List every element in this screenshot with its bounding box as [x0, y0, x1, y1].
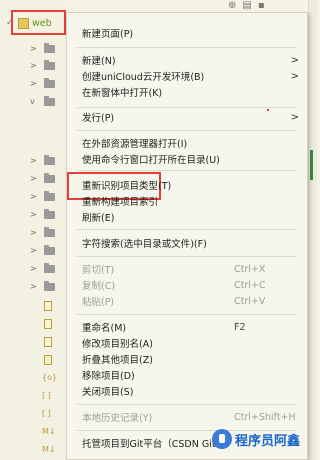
- project-label: web: [32, 17, 52, 29]
- json-file-icon: [ ]: [42, 409, 51, 418]
- filter-icon[interactable]: ▤: [242, 0, 251, 11]
- tree-file[interactable]: [30, 318, 60, 329]
- chevron-right-icon[interactable]: >: [30, 174, 44, 183]
- menu-separator: [77, 229, 297, 230]
- chevron-right-icon[interactable]: >: [30, 228, 44, 237]
- chevron-right-icon[interactable]: >: [30, 246, 44, 255]
- folder-icon: [44, 208, 55, 219]
- file-icon: [44, 354, 52, 365]
- folder-icon: [44, 262, 55, 273]
- folder-icon: [44, 244, 55, 255]
- menu-separator: [77, 404, 297, 405]
- menu-separator: [77, 130, 297, 131]
- folder-icon: [44, 42, 55, 53]
- menu-item-copy[interactable]: 复制(C) Ctrl+C: [67, 277, 307, 293]
- menu-item-collapse-others[interactable]: 折叠其他项目(Z): [67, 351, 307, 367]
- menu-item-refresh[interactable]: 刷新(E): [67, 209, 307, 225]
- tree-folder[interactable]: >: [30, 280, 60, 292]
- toolbar-icons: ⊕ ▤ ▪: [228, 0, 265, 11]
- project-sidebar: ✓ web > > > v > > > > > > > > {o} [ ] [ …: [0, 0, 66, 460]
- chevron-down-icon[interactable]: v: [30, 97, 44, 106]
- file-icon: [44, 318, 52, 329]
- menu-item-local-history[interactable]: 本地历史记录(Y) Ctrl+Shift+H: [67, 409, 307, 425]
- tree-file[interactable]: {o}: [30, 372, 60, 383]
- folder-icon: [44, 77, 55, 88]
- folder-icon: [44, 59, 55, 70]
- context-menu: 新建页面(P) 新建(N) > 创建uniCloud云开发环境(B) > 在新窗体中…: [66, 12, 308, 460]
- watermark-logo-icon: [212, 429, 232, 449]
- tree-project-web[interactable]: ✓ web: [6, 16, 52, 30]
- chevron-right-icon[interactable]: >: [30, 282, 44, 291]
- chevron-right-icon[interactable]: >: [30, 61, 44, 70]
- add-circle-icon[interactable]: ⊕: [228, 0, 236, 11]
- scroll-marker: [310, 150, 313, 180]
- menu-separator: [77, 256, 297, 257]
- menu-item-close-project[interactable]: 关闭项目(S): [67, 383, 307, 399]
- tree-folder[interactable]: >: [30, 172, 60, 184]
- tree-folder[interactable]: >: [30, 226, 60, 238]
- tree-file[interactable]: [ ]: [30, 390, 60, 401]
- chevron-right-icon: >: [290, 54, 299, 66]
- chevron-down-icon[interactable]: ✓: [6, 18, 18, 28]
- editor-edge: [308, 0, 317, 460]
- tree-folder[interactable]: >: [30, 59, 60, 71]
- chevron-right-icon[interactable]: >: [30, 44, 44, 53]
- tree-folder[interactable]: >: [30, 154, 60, 166]
- menu-item-cut[interactable]: 剪切(T) Ctrl+X: [67, 261, 307, 277]
- menu-item-open-new-window[interactable]: 在新窗体中打开(K): [67, 84, 307, 100]
- menu-separator: [77, 107, 297, 108]
- json-file-icon: [ ]: [42, 391, 51, 400]
- scroll-icon[interactable]: ▪: [258, 0, 265, 11]
- tree-file[interactable]: [ ]: [30, 408, 60, 419]
- menu-item-open-terminal[interactable]: 使用命令行窗口打开所在目录(U): [67, 151, 307, 167]
- tree-folder[interactable]: >: [30, 42, 60, 54]
- chevron-right-icon[interactable]: >: [30, 264, 44, 273]
- menu-item-remove-project[interactable]: 移除项目(D): [67, 367, 307, 383]
- tree-folder[interactable]: >: [30, 190, 60, 202]
- menu-item-open-explorer[interactable]: 在外部资源管理器打开(I): [67, 135, 307, 151]
- folder-icon: [44, 154, 55, 165]
- file-icon: [44, 336, 52, 347]
- menu-item-publish[interactable]: 发行(P) >: [67, 109, 307, 125]
- chevron-right-icon[interactable]: >: [30, 156, 44, 165]
- tree-folder-open[interactable]: v: [30, 95, 60, 107]
- project-icon: [18, 17, 29, 29]
- folder-icon: [44, 190, 55, 201]
- tree-folder[interactable]: >: [30, 262, 60, 274]
- menu-item-modify-alias[interactable]: 修改项目别名(A): [67, 335, 307, 351]
- menu-item-create-unicloud[interactable]: 创建uniCloud云开发环境(B) >: [67, 68, 307, 84]
- chevron-right-icon: >: [290, 70, 299, 82]
- menu-item-char-search[interactable]: 字符搜索(选中目录或文件)(F): [67, 235, 307, 251]
- menu-separator: [77, 47, 297, 48]
- tree-file[interactable]: [30, 336, 60, 347]
- tree-file[interactable]: M↓: [30, 426, 60, 437]
- menu-separator: [77, 314, 297, 315]
- markdown-file-icon: M↓: [42, 427, 56, 436]
- json-file-icon: {o}: [42, 373, 58, 382]
- tree-file[interactable]: [30, 354, 60, 365]
- folder-icon: [44, 95, 55, 106]
- menu-item-new[interactable]: 新建(N) >: [67, 52, 307, 68]
- chevron-right-icon[interactable]: >: [30, 79, 44, 88]
- folder-icon: [44, 172, 55, 183]
- menu-item-paste[interactable]: 粘贴(P) Ctrl+V: [67, 293, 307, 309]
- menu-separator: [77, 170, 297, 171]
- chevron-right-icon: >: [290, 111, 299, 123]
- chevron-right-icon[interactable]: >: [30, 210, 44, 219]
- tree-folder[interactable]: >: [30, 244, 60, 256]
- tree-file[interactable]: M↓: [30, 444, 60, 455]
- markdown-file-icon: M↓: [42, 445, 56, 454]
- menu-item-rebuild-index[interactable]: 重新构建项目索引: [67, 193, 307, 209]
- menu-item-rename[interactable]: 重命名(M) F2: [67, 319, 307, 335]
- tree-folder[interactable]: >: [30, 77, 60, 89]
- chevron-right-icon[interactable]: >: [30, 192, 44, 201]
- watermark: 程序员阿鑫: [212, 428, 300, 450]
- menu-item-reidentify-project-type[interactable]: 重新识别项目类型(T): [67, 177, 307, 193]
- menu-item-new-page[interactable]: 新建页面(P): [67, 25, 307, 41]
- tree-folder[interactable]: >: [30, 208, 60, 220]
- file-icon: [44, 300, 52, 311]
- folder-icon: [44, 226, 55, 237]
- folder-icon: [44, 280, 55, 291]
- tree-file[interactable]: [30, 300, 60, 311]
